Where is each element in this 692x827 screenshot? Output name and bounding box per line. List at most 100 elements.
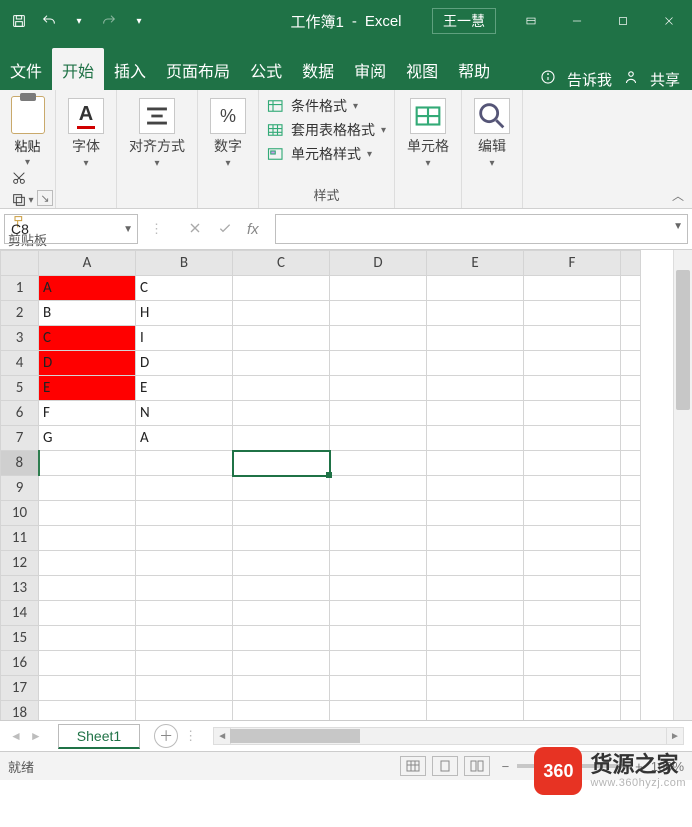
- row-header[interactable]: 11: [1, 526, 39, 551]
- tellme-label[interactable]: 告诉我: [567, 69, 612, 90]
- cell[interactable]: [524, 426, 621, 451]
- cell[interactable]: [621, 476, 641, 501]
- cell[interactable]: [233, 326, 330, 351]
- row-header[interactable]: 15: [1, 626, 39, 651]
- cell[interactable]: [136, 576, 233, 601]
- cell[interactable]: [233, 501, 330, 526]
- tab-view[interactable]: 视图: [396, 48, 448, 90]
- cell[interactable]: G: [39, 426, 136, 451]
- cell[interactable]: [524, 351, 621, 376]
- cell[interactable]: [621, 626, 641, 651]
- editing-button[interactable]: 编辑 ▾: [470, 96, 514, 171]
- cell[interactable]: [621, 676, 641, 701]
- tab-home[interactable]: 开始: [52, 48, 104, 90]
- cell[interactable]: [621, 651, 641, 676]
- row-header[interactable]: 12: [1, 551, 39, 576]
- scrollbar-thumb[interactable]: [230, 729, 360, 743]
- cell[interactable]: [233, 601, 330, 626]
- cell[interactable]: H: [136, 301, 233, 326]
- cell[interactable]: [330, 401, 427, 426]
- cell[interactable]: N: [136, 401, 233, 426]
- row-header[interactable]: 17: [1, 676, 39, 701]
- cell[interactable]: D: [39, 351, 136, 376]
- minimize-icon[interactable]: [554, 0, 600, 42]
- column-header[interactable]: E: [427, 251, 524, 276]
- column-header[interactable]: [621, 251, 641, 276]
- cell[interactable]: [39, 626, 136, 651]
- row-header[interactable]: 4: [1, 351, 39, 376]
- tab-formulas[interactable]: 公式: [240, 48, 292, 90]
- row-header[interactable]: 6: [1, 401, 39, 426]
- cell[interactable]: [233, 476, 330, 501]
- cell[interactable]: E: [136, 376, 233, 401]
- cell[interactable]: C: [136, 276, 233, 301]
- tellme-icon[interactable]: [539, 68, 557, 90]
- cell[interactable]: [136, 526, 233, 551]
- cell[interactable]: [524, 401, 621, 426]
- cell[interactable]: [524, 701, 621, 721]
- cell[interactable]: [39, 551, 136, 576]
- cell[interactable]: [621, 501, 641, 526]
- cell[interactable]: [621, 276, 641, 301]
- chevron-down-icon[interactable]: ▾: [226, 158, 231, 169]
- cell[interactable]: [330, 601, 427, 626]
- tab-help[interactable]: 帮助: [448, 48, 500, 90]
- cell[interactable]: [427, 601, 524, 626]
- scroll-left-icon[interactable]: ◄: [214, 728, 231, 744]
- cell[interactable]: [39, 526, 136, 551]
- cell[interactable]: [136, 451, 233, 476]
- column-header[interactable]: F: [524, 251, 621, 276]
- cell[interactable]: [621, 451, 641, 476]
- cell[interactable]: [524, 276, 621, 301]
- cell[interactable]: [330, 576, 427, 601]
- fx-icon[interactable]: fx: [247, 221, 259, 238]
- row-header[interactable]: 9: [1, 476, 39, 501]
- cell[interactable]: [39, 601, 136, 626]
- tab-file[interactable]: 文件: [0, 48, 52, 90]
- number-button[interactable]: % 数字 ▾: [206, 96, 250, 171]
- cell[interactable]: [330, 326, 427, 351]
- cell[interactable]: [427, 301, 524, 326]
- row-header[interactable]: 13: [1, 576, 39, 601]
- row-header[interactable]: 10: [1, 501, 39, 526]
- cell[interactable]: [233, 451, 330, 476]
- cell[interactable]: [427, 426, 524, 451]
- qat-customize-icon[interactable]: ▾: [128, 10, 150, 32]
- row-header[interactable]: 16: [1, 651, 39, 676]
- drag-handle-icon[interactable]: ⋮: [178, 728, 205, 744]
- cell[interactable]: [330, 676, 427, 701]
- expand-formula-icon[interactable]: ▼: [673, 221, 683, 232]
- cell[interactable]: [39, 676, 136, 701]
- cell[interactable]: [330, 376, 427, 401]
- cell[interactable]: [330, 651, 427, 676]
- vertical-scrollbar[interactable]: [673, 250, 692, 720]
- cell[interactable]: [427, 576, 524, 601]
- cell[interactable]: [427, 626, 524, 651]
- cell[interactable]: [136, 651, 233, 676]
- cell[interactable]: I: [136, 326, 233, 351]
- close-icon[interactable]: [646, 0, 692, 42]
- cell[interactable]: [524, 626, 621, 651]
- cell[interactable]: [330, 276, 427, 301]
- row-header[interactable]: 2: [1, 301, 39, 326]
- cell[interactable]: C: [39, 326, 136, 351]
- column-header[interactable]: A: [39, 251, 136, 276]
- cell[interactable]: [524, 526, 621, 551]
- cell[interactable]: [39, 476, 136, 501]
- cell[interactable]: [524, 476, 621, 501]
- scroll-right-icon[interactable]: ►: [666, 728, 683, 744]
- cell[interactable]: [621, 401, 641, 426]
- collapse-ribbon-icon[interactable]: ︿: [672, 187, 684, 204]
- cell[interactable]: [233, 426, 330, 451]
- paste-icon[interactable]: [11, 96, 45, 134]
- cell[interactable]: [524, 676, 621, 701]
- tab-insert[interactable]: 插入: [104, 48, 156, 90]
- cell[interactable]: [136, 626, 233, 651]
- sheet-nav-prev-icon[interactable]: ◄: [10, 729, 22, 743]
- row-header[interactable]: 8: [1, 451, 39, 476]
- cell[interactable]: [524, 501, 621, 526]
- row-header[interactable]: 5: [1, 376, 39, 401]
- cell[interactable]: [621, 351, 641, 376]
- cell[interactable]: [427, 401, 524, 426]
- cell[interactable]: [427, 451, 524, 476]
